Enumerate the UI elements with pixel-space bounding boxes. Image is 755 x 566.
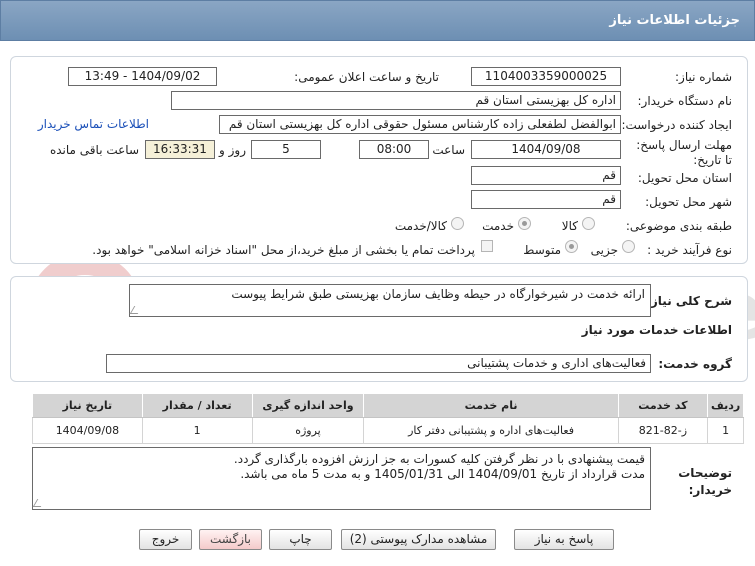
announce-date-label: تاریخ و ساعت اعلان عمومی: [294,70,439,84]
cell-need-date: 1404/09/08 [32,417,143,444]
process-option-minor: جزیی [590,243,618,257]
cell-row-number: 1 [707,417,744,444]
remaining-time-label: ساعت باقی مانده [49,143,139,157]
back-button[interactable]: بازگشت [199,529,262,550]
reply-button[interactable]: پاسخ به نیاز [514,529,614,550]
deadline-time-label: ساعت [432,143,465,157]
column-header-unit: واحد اندازه گیری [251,393,365,418]
days-label: روز و [219,143,246,157]
buyer-org-label: نام دستگاه خریدار: [637,94,733,108]
services-section-title: اطلاعات خدمات مورد نیاز [581,323,732,337]
print-button[interactable]: چاپ [269,529,332,550]
days-remaining-field[interactable]: 5 [251,140,321,159]
announce-date-field[interactable]: 1404/09/02 - 13:49 [68,67,217,86]
cell-service-code: ز-82-821 [617,417,709,444]
province-label: استان محل تحویل: [637,171,732,185]
description-text: ارائه خدمت در شیرخوارگاه در حیطه وظایف س… [231,287,645,301]
service-group-label: گروه خدمت: [658,357,732,371]
remaining-time-field[interactable]: 16:33:31 [145,140,215,159]
city-field[interactable]: قم [471,190,621,209]
title-bar: جزئیات اطلاعات نیاز [0,0,755,41]
column-header-service-name: نام خدمت [363,393,619,418]
buyer-notes-line: مدت قرارداد از تاریخ 1404/09/01 الی 1405… [240,467,645,481]
category-radio-goods[interactable] [582,217,595,230]
column-header-quantity: تعداد / مقدار [141,393,253,418]
need-number-label: شماره نیاز: [675,70,732,84]
buyer-notes-line: قیمت پیشنهادی با در نظر گرفتن کلیه کسورا… [233,452,645,466]
buyer-notes-field[interactable]: قیمت پیشنهادی با در نظر گرفتن کلیه کسورا… [32,447,651,510]
treasury-payment-note: پرداخت تمام یا بخشی از مبلغ خرید،از محل … [92,243,475,257]
category-label: طبقه بندی موضوعی: [625,219,732,233]
page-title: جزئیات اطلاعات نیاز [609,13,740,28]
category-option-goods: کالا [561,219,578,233]
column-header-need-date: تاریخ نیاز [32,393,143,418]
process-label: نوع فرآیند خرید : [647,243,732,257]
services-table: ردیف کد خدمت نام خدمت واحد اندازه گیری ت… [32,393,744,444]
province-field[interactable]: قم [471,166,621,185]
description-field[interactable]: ارائه خدمت در شیرخوارگاه در حیطه وظایف س… [129,284,651,317]
exit-button[interactable]: خروج [139,529,192,550]
buyer-contact-link[interactable]: اطلاعات تماس خریدار [38,117,149,131]
resize-handle-icon[interactable] [129,306,143,314]
table-row[interactable]: 1 ز-82-821 فعالیت‌های اداره و پشتیبانی د… [32,417,744,444]
category-option-goods-service: کالا/خدمت [394,219,447,233]
deadline-time-field[interactable]: 08:00 [359,140,429,159]
deadline-label: مهلت ارسال پاسخ: تا تاریخ: [636,138,732,167]
category-radio-service[interactable] [518,217,531,230]
view-attachments-button[interactable]: مشاهده مدارک پیوستی (2) [341,529,496,550]
cell-service-name: فعالیت‌های اداره و پشتیبانی دفتر کار [363,417,619,444]
creator-label: ایجاد کننده درخواست: [621,118,732,132]
city-label: شهر محل تحویل: [645,195,732,209]
column-header-service-code: کد خدمت [617,393,709,418]
deadline-date-field[interactable]: 1404/09/08 [471,140,621,159]
treasury-payment-checkbox[interactable] [481,240,493,252]
description-label: شرح کلی نیاز: [646,294,732,308]
process-radio-medium[interactable] [565,240,578,253]
cell-unit: پروژه [251,417,365,444]
resize-handle-icon[interactable] [32,499,46,507]
need-number-field[interactable]: 1104003359000025 [471,67,621,86]
buyer-org-field[interactable]: اداره کل بهزیستی استان قم [171,91,621,110]
creator-field[interactable]: ابوالفضل لطفعلی زاده کارشناس مسئول حقوقی… [219,115,621,134]
category-option-service: خدمت [482,219,514,233]
buyer-notes-label: توضیحات خریدار: [678,466,732,497]
process-radio-minor[interactable] [622,240,635,253]
services-table-header: ردیف کد خدمت نام خدمت واحد اندازه گیری ت… [32,393,744,418]
cell-quantity: 1 [141,417,253,444]
column-header-row-number: ردیف [707,393,744,418]
process-option-medium: متوسط [523,243,561,257]
service-group-field[interactable]: فعالیت‌های اداری و خدمات پشتیبانی [106,354,651,373]
category-radio-goods-service[interactable] [451,217,464,230]
